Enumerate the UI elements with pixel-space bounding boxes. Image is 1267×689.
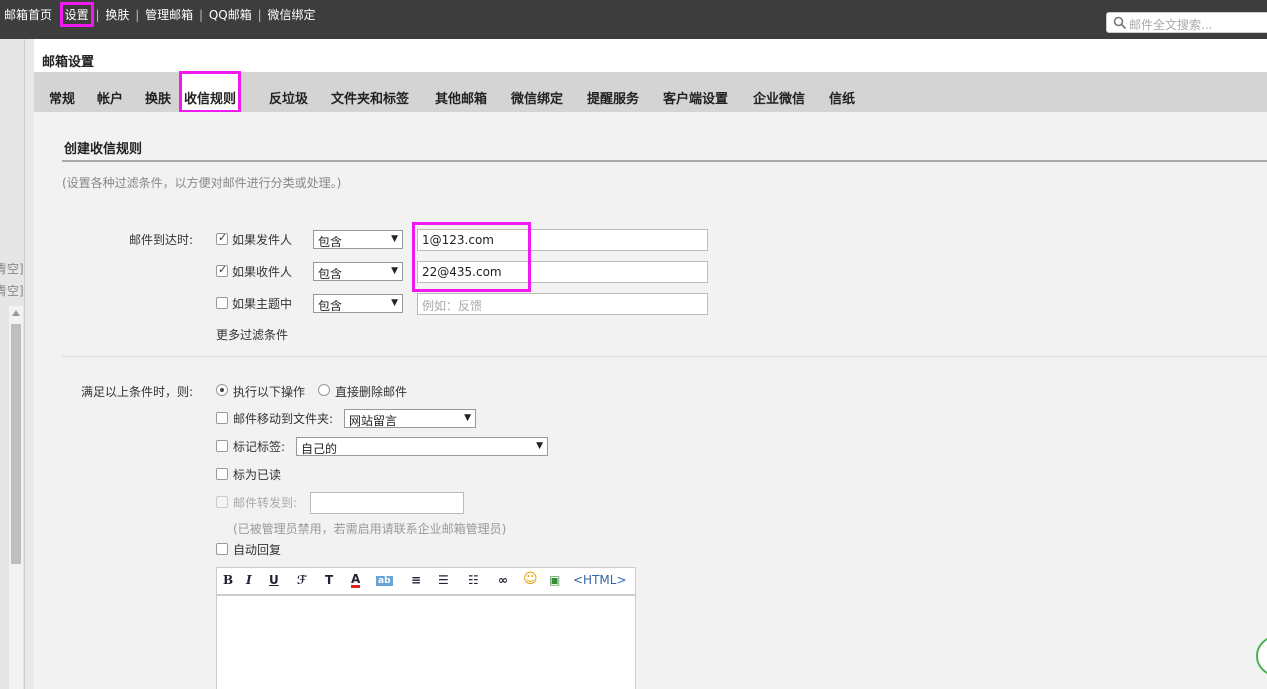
- nav-skin[interactable]: 换肤: [105, 6, 129, 23]
- forward-disabled-note: (已被管理员禁用，若需启用请联系企业邮箱管理员): [233, 522, 507, 536]
- chevron-down-icon: ▼: [391, 298, 398, 308]
- mark-read-label: 标为已读: [233, 468, 282, 482]
- sender-checkbox[interactable]: [216, 231, 228, 245]
- section-title: 创建收信规则: [64, 142, 143, 157]
- tab-receive-rules[interactable]: 收信规则: [178, 71, 242, 113]
- search-placeholder: 邮件全文搜索...: [1129, 18, 1213, 32]
- tab-wechat-bind[interactable]: 微信绑定: [511, 88, 563, 107]
- search-icon: [1113, 16, 1127, 30]
- nav-separator: [58, 8, 62, 22]
- subject-field[interactable]: 例如：反馈: [417, 293, 708, 315]
- rail-fragment[interactable]: 青空]: [0, 282, 24, 299]
- tab-client-settings[interactable]: 客户端设置: [663, 88, 728, 107]
- rule-hint: (设置各种过滤条件，以方便对邮件进行分类或处理。): [62, 176, 342, 190]
- auto-reply-editor[interactable]: [216, 595, 636, 689]
- form-divider: [62, 356, 1267, 357]
- top-nav: 邮箱首页 设置 | 换肤 | 管理邮箱 | QQ邮箱 | 微信绑定: [4, 2, 315, 27]
- then-label: 满足以上条件时，则:: [81, 385, 194, 399]
- nav-manage-mailbox[interactable]: 管理邮箱: [145, 6, 193, 23]
- mark-read-checkbox[interactable]: [216, 468, 228, 480]
- move-label: 邮件移动到文件夹:: [233, 412, 334, 426]
- tab-other-mailbox[interactable]: 其他邮箱: [435, 88, 487, 107]
- recipient-checkbox[interactable]: [216, 263, 228, 277]
- page-title: 邮箱设置: [42, 55, 95, 70]
- nav-qq-mail[interactable]: QQ邮箱: [209, 6, 252, 23]
- move-checkbox[interactable]: [216, 412, 228, 424]
- scroll-thumb[interactable]: [11, 324, 21, 564]
- nav-separator: |: [198, 8, 203, 22]
- sender-label: 如果发件人: [232, 233, 293, 247]
- subject-operator-value: 包含: [318, 299, 343, 313]
- forward-label: 邮件转发到:: [233, 496, 298, 510]
- align-icon[interactable]: ≡: [411, 573, 421, 587]
- search-input[interactable]: 邮件全文搜索...: [1106, 12, 1267, 33]
- font-color-icon[interactable]: A: [351, 573, 361, 588]
- html-mode-button[interactable]: <HTML>: [573, 573, 627, 587]
- tag-checkbox[interactable]: [216, 440, 228, 452]
- link-icon[interactable]: ∞: [498, 573, 508, 587]
- background-color-icon[interactable]: ab: [376, 576, 393, 586]
- settings-tabs: 常规 帐户 换肤 收信规则 反垃圾 文件夹和标签 其他邮箱 微信绑定 提醒服务 …: [34, 71, 1267, 113]
- scroll-up-arrow[interactable]: [12, 310, 20, 316]
- execute-radio[interactable]: [216, 384, 228, 396]
- move-folder-select[interactable]: 网站留言 ▼: [344, 409, 476, 428]
- left-scrollbar[interactable]: [9, 306, 23, 689]
- tag-select[interactable]: 自己的 ▼: [296, 437, 548, 456]
- forward-field: [310, 492, 464, 514]
- bulleted-list-icon[interactable]: ☰: [438, 573, 449, 587]
- tab-anti-spam[interactable]: 反垃圾: [269, 88, 308, 107]
- subject-checkbox[interactable]: [216, 297, 228, 309]
- nav-mailbox-home[interactable]: 邮箱首页: [4, 6, 52, 23]
- tag-value: 自己的: [301, 442, 338, 456]
- top-bar: 邮箱首页 设置 | 换肤 | 管理邮箱 | QQ邮箱 | 微信绑定 邮件全文搜索…: [0, 0, 1267, 39]
- chevron-down-icon: ▼: [391, 234, 398, 244]
- more-conditions-link[interactable]: 更多过滤条件: [216, 326, 288, 343]
- nav-settings[interactable]: 设置: [59, 2, 94, 27]
- auto-reply-label: 自动回复: [233, 543, 282, 557]
- italic-icon[interactable]: I: [246, 573, 252, 587]
- subject-label: 如果主题中: [232, 297, 293, 311]
- execute-label: 执行以下操作: [233, 385, 306, 399]
- delete-label: 直接删除邮件: [335, 385, 408, 399]
- nav-separator: |: [257, 8, 262, 22]
- editor-toolbar: B I U ℱ T A ab ≡ ☰ ☷ ∞ ☺ ▣ <HTML>: [216, 567, 636, 595]
- bold-icon[interactable]: B: [223, 573, 233, 587]
- nav-separator: |: [135, 8, 140, 22]
- underline-icon[interactable]: U: [269, 573, 279, 587]
- sender-operator-value: 包含: [318, 235, 343, 249]
- tab-wework[interactable]: 企业微信: [753, 88, 805, 107]
- move-folder-value: 网站留言: [349, 414, 398, 428]
- tab-account[interactable]: 帐户: [97, 88, 123, 107]
- subject-operator-select[interactable]: 包含 ▼: [313, 294, 403, 313]
- image-icon[interactable]: ▣: [549, 573, 560, 587]
- tab-stationery[interactable]: 信纸: [829, 88, 855, 107]
- nav-separator: |: [95, 8, 100, 22]
- tab-folders-labels[interactable]: 文件夹和标签: [331, 88, 409, 107]
- arrival-label: 邮件到达时:: [129, 233, 194, 247]
- font-family-icon[interactable]: ℱ: [297, 573, 307, 587]
- chevron-down-icon: ▼: [536, 441, 543, 451]
- auto-reply-checkbox[interactable]: [216, 543, 228, 555]
- settings-panel: 邮箱设置 常规 帐户 换肤 收信规则 反垃圾 文件夹和标签 其他邮箱 微信绑定 …: [34, 39, 1267, 689]
- section-divider: [62, 160, 1267, 162]
- tab-reminder[interactable]: 提醒服务: [587, 88, 639, 107]
- highlight-box: [412, 222, 531, 292]
- font-size-icon[interactable]: T: [325, 573, 333, 587]
- tab-general[interactable]: 常规: [49, 88, 75, 107]
- recipient-operator-value: 包含: [318, 267, 343, 281]
- chevron-down-icon: ▼: [464, 413, 471, 423]
- recipient-label: 如果收件人: [232, 265, 293, 279]
- sender-operator-select[interactable]: 包含 ▼: [313, 230, 403, 249]
- recipient-operator-select[interactable]: 包含 ▼: [313, 262, 403, 281]
- tab-skin[interactable]: 换肤: [145, 88, 171, 107]
- chevron-down-icon: ▼: [391, 266, 398, 276]
- forward-checkbox: [216, 496, 228, 508]
- tag-label: 标记标签:: [233, 440, 286, 454]
- emoji-icon[interactable]: ☺: [523, 571, 538, 587]
- delete-radio[interactable]: [318, 384, 330, 396]
- nav-wechat-bind[interactable]: 微信绑定: [267, 6, 315, 23]
- indent-icon[interactable]: ☷: [468, 573, 479, 587]
- rail-fragment[interactable]: 青空]: [0, 260, 24, 277]
